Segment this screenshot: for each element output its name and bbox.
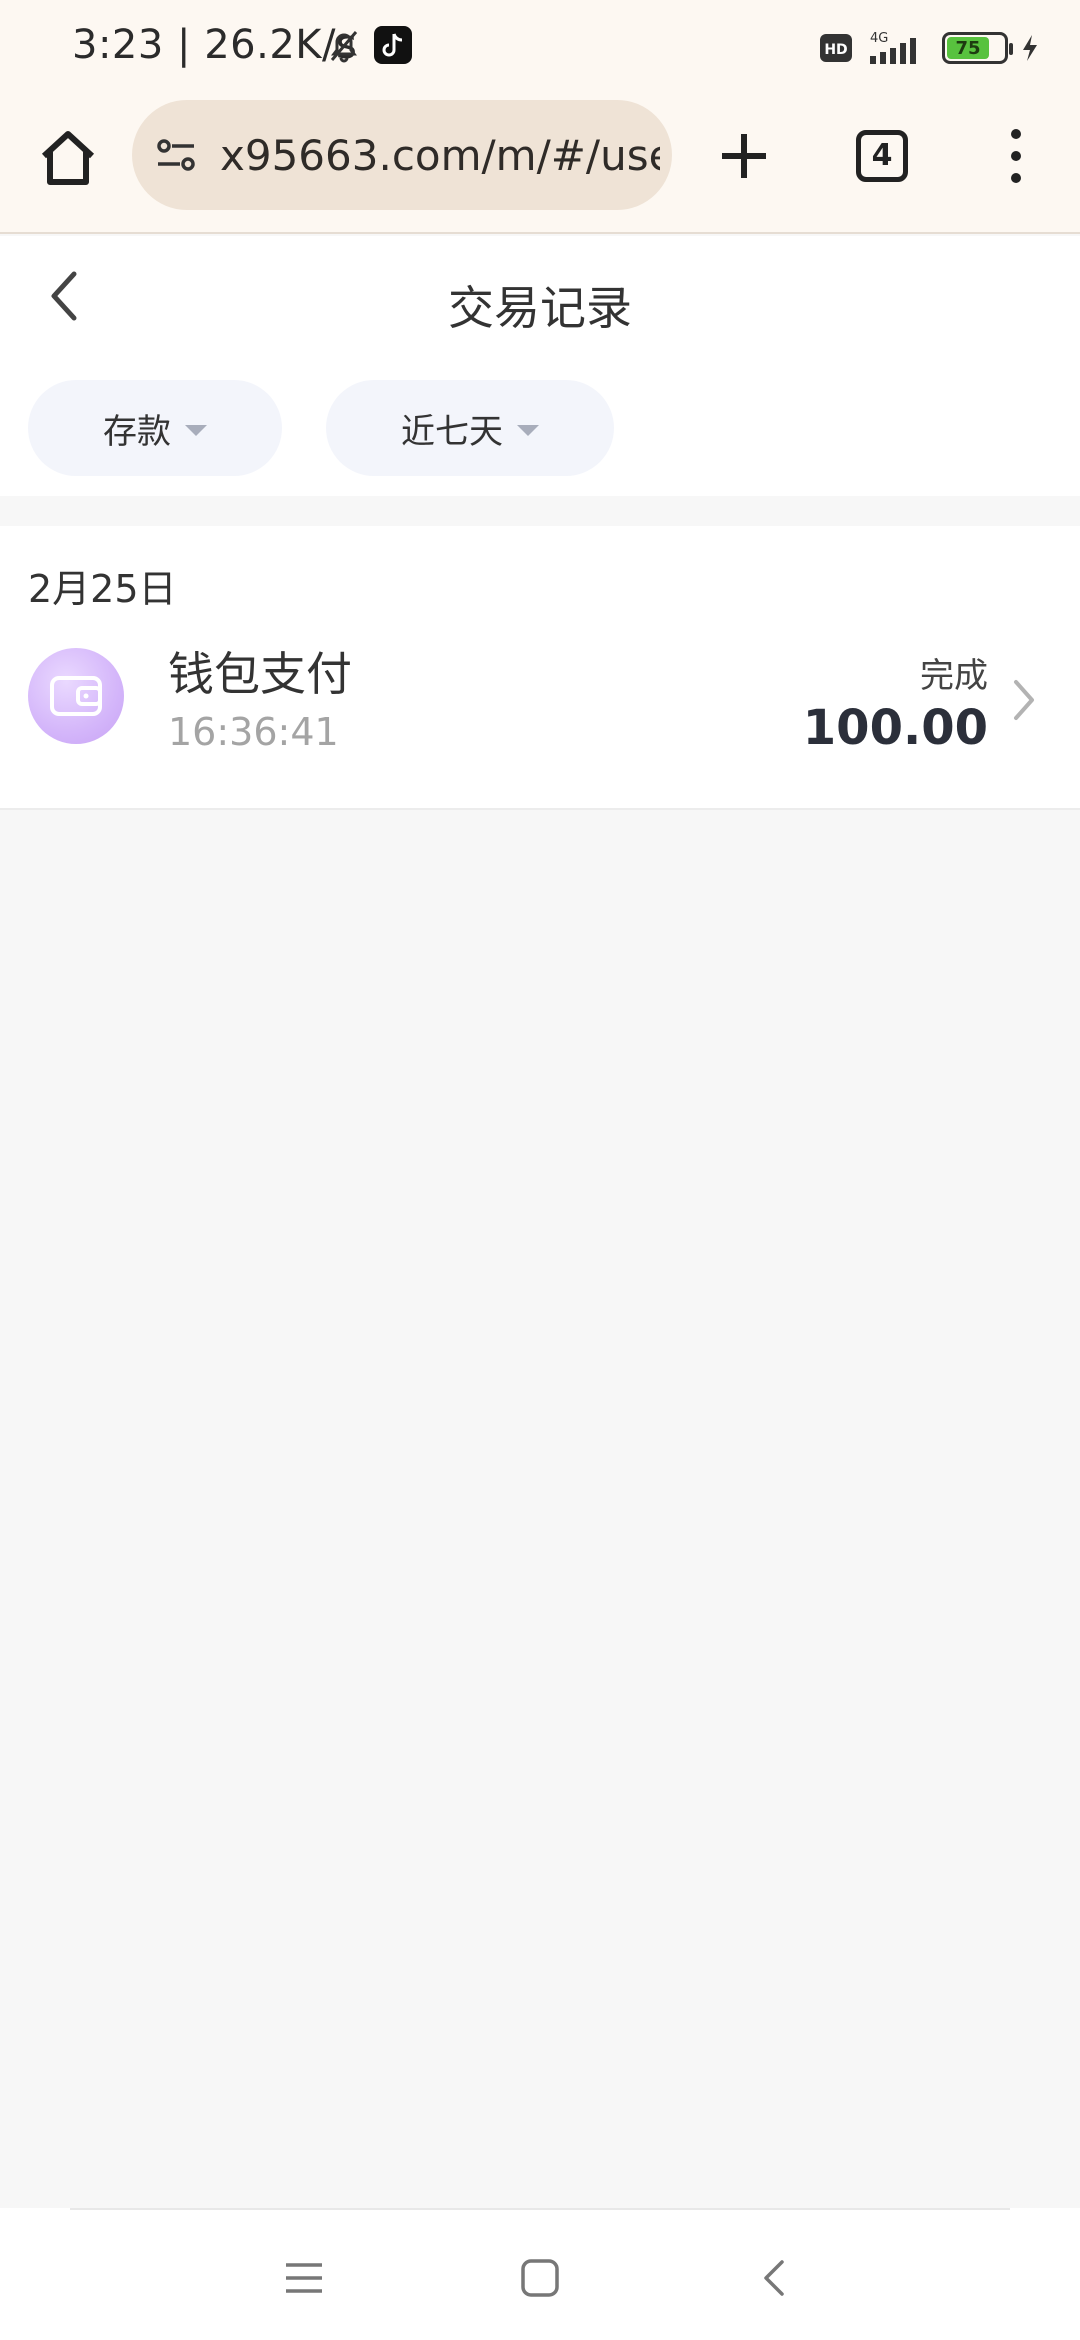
dropdown-caret-icon	[517, 424, 539, 436]
tiktok-icon	[374, 26, 412, 64]
url-text[interactable]: x95663.com/m/#/use	[220, 126, 660, 186]
transaction-list: 2月25日 钱包支付 16:36:41 完成 100.00	[0, 526, 1080, 810]
status-badge: 完成	[920, 656, 988, 696]
nav-divider	[70, 2208, 1010, 2210]
system-back-icon[interactable]	[754, 2256, 798, 2300]
status-right-group: HD 4G 75	[820, 28, 1040, 68]
transaction-amount: 100.00	[802, 700, 988, 756]
date-range-filter[interactable]: 近七天	[326, 380, 614, 476]
hd-icon: HD	[820, 34, 852, 62]
svg-text:4G: 4G	[870, 31, 888, 46]
wallet-icon	[28, 648, 124, 744]
svg-text:HD: HD	[824, 42, 847, 58]
page-title: 交易记录	[448, 281, 632, 335]
new-tab-icon[interactable]	[716, 128, 772, 184]
date-group-label: 2月25日	[28, 567, 177, 611]
filter-range-label: 近七天	[401, 411, 503, 452]
dropdown-caret-icon	[185, 424, 207, 436]
system-nav-bar	[0, 2208, 1080, 2340]
charging-icon	[1023, 35, 1037, 61]
home-icon[interactable]	[36, 126, 100, 190]
recents-menu-icon[interactable]	[282, 2256, 326, 2300]
bell-off-icon	[330, 31, 358, 63]
browser-chrome: 3:23 | 26.2K/s HD 4G 75 x95663.com/m/#/u…	[0, 0, 1080, 234]
status-time: 3:23 | 26.2K/s	[72, 22, 358, 68]
app-header: 交易记录 存款 近七天	[0, 236, 1080, 496]
transaction-type-filter[interactable]: 存款	[28, 380, 282, 476]
battery-icon: 75	[942, 32, 1013, 64]
transaction-title: 钱包支付	[168, 647, 352, 701]
battery-level: 75	[947, 37, 989, 59]
chevron-right-icon	[1014, 680, 1034, 720]
transaction-time: 16:36:41	[168, 710, 339, 754]
more-menu-icon[interactable]	[1004, 124, 1028, 188]
home-square-icon[interactable]	[518, 2256, 562, 2300]
list-item[interactable]: 钱包支付 16:36:41 完成 100.00	[0, 626, 1080, 796]
site-settings-icon[interactable]	[154, 134, 198, 178]
signal-4g-icon: 4G	[870, 31, 916, 64]
tab-switcher-button[interactable]: 4	[856, 130, 908, 182]
url-bar[interactable]: x95663.com/m/#/use	[132, 100, 672, 210]
screen: 3:23 | 26.2K/s HD 4G 75 x95663.com/m/#/u…	[0, 0, 1080, 2340]
status-bar: 3:23 | 26.2K/s HD 4G 75	[0, 0, 1080, 96]
browser-toolbar: x95663.com/m/#/use 4	[0, 96, 1080, 234]
filter-type-label: 存款	[103, 411, 171, 452]
